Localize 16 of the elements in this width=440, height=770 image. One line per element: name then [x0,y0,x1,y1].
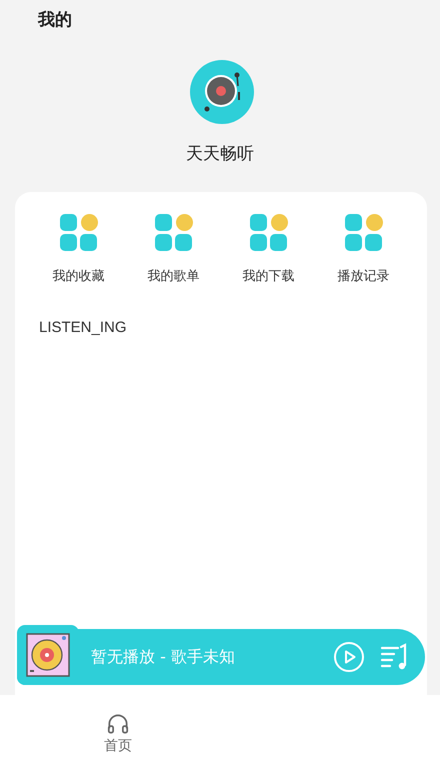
grid-icon[interactable] [154,214,192,252]
grid-icon[interactable] [250,214,288,252]
shortcut-label[interactable]: 我的收藏 [52,267,104,285]
shortcut-label[interactable]: 我的歌单 [148,267,200,285]
app-name: 天天畅听 [186,143,254,165]
play-icon[interactable] [333,641,365,673]
turntable-cover-icon[interactable] [17,625,79,685]
page-title: 我的 [38,9,72,31]
shortcut-label[interactable]: 我的下载 [242,267,294,285]
turntable-logo-icon [190,60,254,124]
shortcut-label[interactable]: 播放记录 [338,267,390,285]
grid-icon[interactable] [344,214,382,252]
grid-icon[interactable] [60,214,98,252]
track-title: 暂无播放 - 歌手未知 [91,646,236,668]
nav-tab[interactable]: 首页 [0,695,236,770]
section-title: LISTEN_ING [39,319,128,336]
